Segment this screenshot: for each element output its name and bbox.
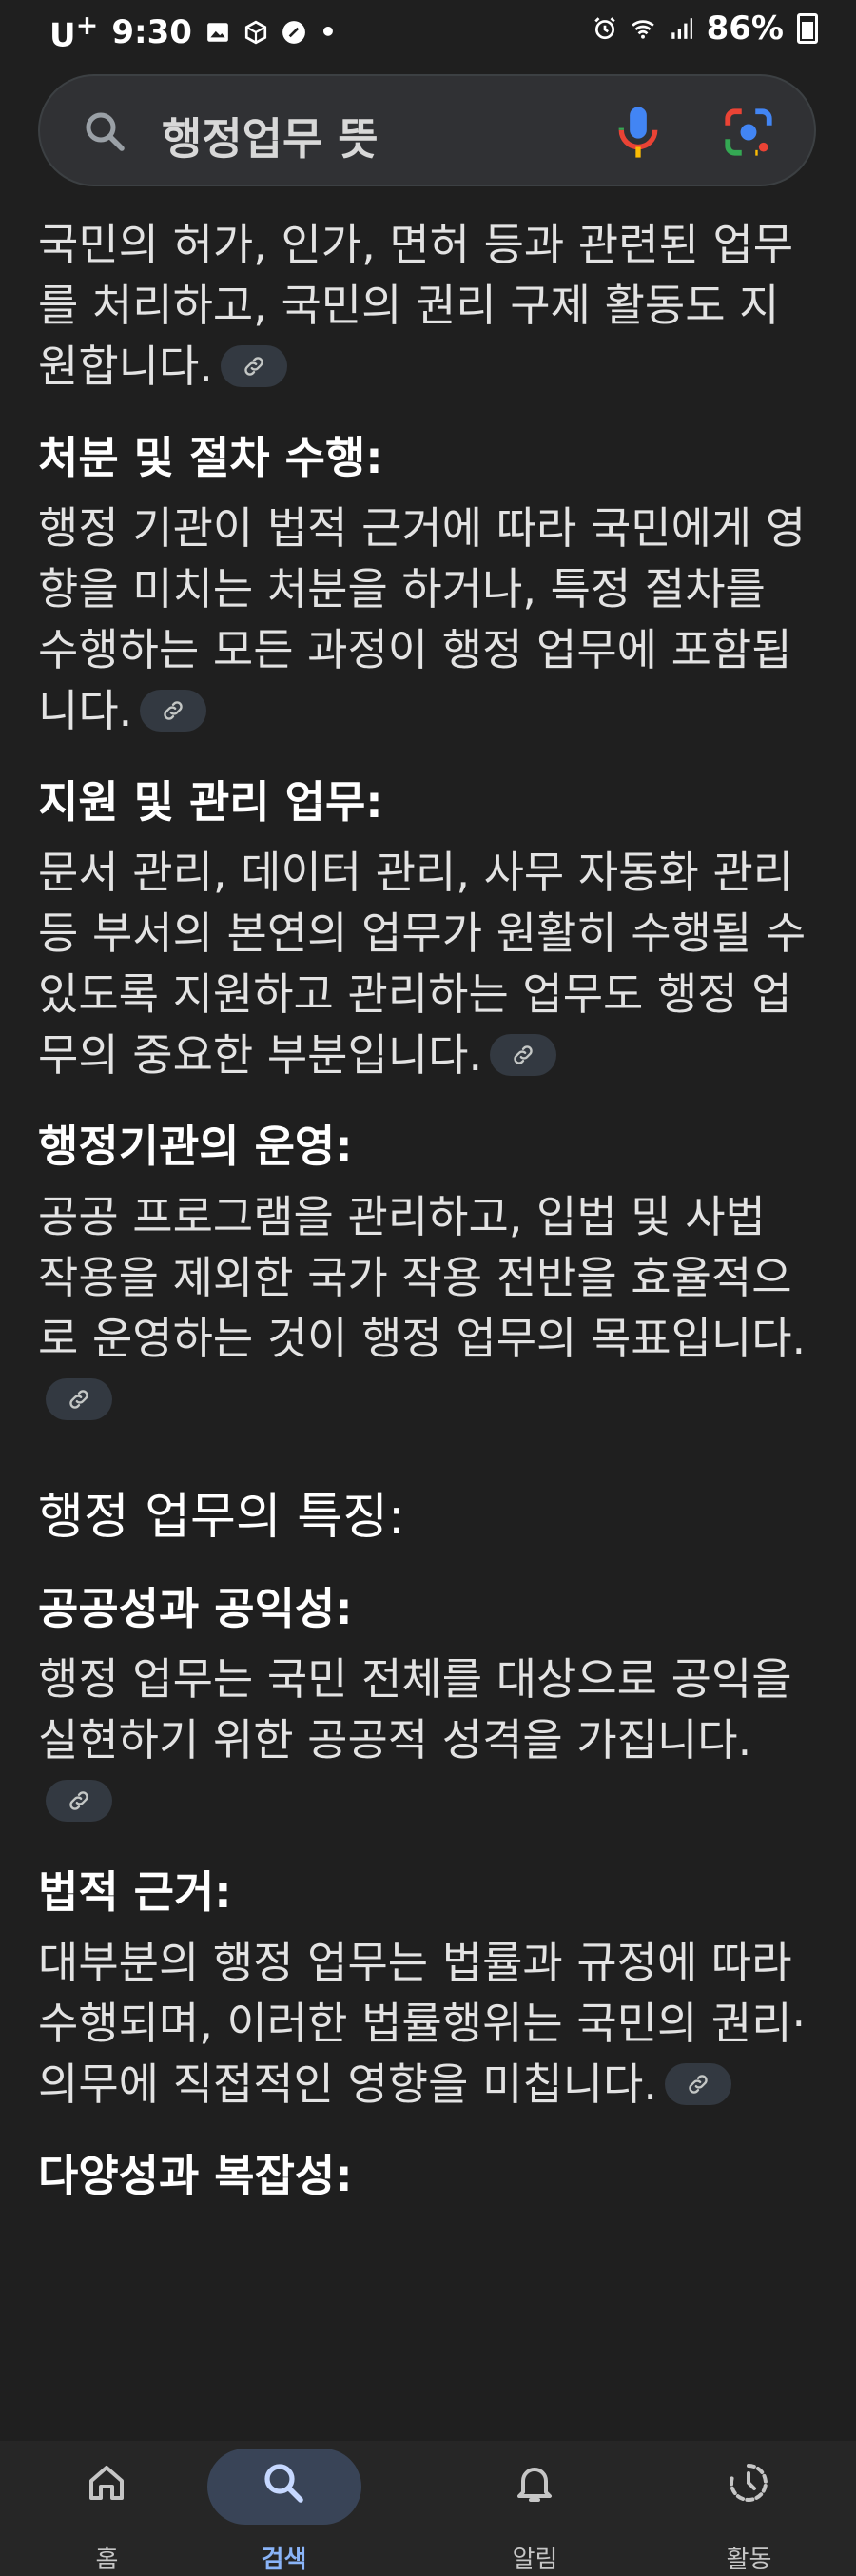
subheading: 처분 및 절차 수행: (38, 432, 383, 483)
nav-notifications[interactable]: 알림 (428, 2441, 642, 2576)
search-icon (264, 2464, 303, 2503)
paragraph: 공공 프로그램을 관리하고, 입법 및 사법 작용을 제외한 국가 작용 전반을… (38, 1186, 818, 1430)
link-icon (69, 1389, 88, 1409)
bottom-nav: 홈 검색 알림 활동 (0, 2441, 856, 2576)
section-title: 행정 업무의 특징: (38, 1489, 405, 1546)
link-icon (69, 1790, 88, 1810)
lens-icon[interactable] (721, 105, 776, 160)
signal-icon (671, 18, 692, 39)
subheading: 공공성과 공익성: (38, 1583, 353, 1634)
search-bar[interactable]: 행정업무 뜻 (38, 74, 816, 186)
source-link-button[interactable] (220, 344, 287, 387)
search-icon[interactable] (82, 108, 127, 154)
paragraph: 국민의 허가, 인가, 면허 등과 관련된 업무를 처리하고, 국민의 권리 구… (38, 219, 794, 392)
source-link-button[interactable] (46, 1377, 112, 1420)
feather-icon (282, 20, 305, 44)
link-icon (244, 356, 263, 376)
subheading: 지원 및 관리 업무: (38, 776, 383, 828)
mic-icon[interactable] (613, 103, 664, 162)
subheading: 법적 근거: (38, 1866, 232, 1918)
status-bar: U+ 9:30 • 86% (0, 0, 856, 57)
source-link-button[interactable] (46, 1779, 112, 1822)
link-icon (164, 700, 183, 720)
paragraph: 문서 관리, 데이터 관리, 사무 자동화 관리 등 부서의 본연의 업무가 원… (38, 847, 807, 1081)
wifi-icon (631, 20, 654, 39)
ai-overview-content: 국민의 허가, 인가, 면허 등과 관련된 업무를 처리하고, 국민의 권리 구… (38, 214, 818, 2204)
paragraph: 행정 업무는 국민 전체를 대상으로 공익을 실현하기 위한 공공적 성격을 가… (38, 1649, 818, 1831)
alarm-icon (593, 17, 615, 40)
activity-icon (729, 2464, 768, 2502)
clock: 9:30 (111, 12, 192, 51)
paragraph: 행정 기관이 법적 근거에 따라 국민에게 영향을 미치는 처분을 하거나, 특… (38, 502, 807, 736)
nav-activity[interactable]: 활동 (642, 2441, 856, 2576)
dot-icon: • (319, 16, 337, 49)
source-link-button[interactable] (490, 1033, 557, 1076)
nav-notifications-label: 알림 (512, 2546, 558, 2574)
carrier-label: U+ (49, 10, 99, 55)
battery-percent: 86% (706, 10, 784, 48)
source-link-button[interactable] (140, 689, 207, 732)
battery-icon (797, 13, 818, 44)
link-icon (689, 2074, 708, 2094)
bell-icon (517, 2468, 552, 2502)
subheading: 행정기관의 운영: (38, 1121, 353, 1172)
cube-icon (244, 20, 267, 45)
search-input[interactable]: 행정업무 뜻 (162, 105, 379, 167)
nav-search[interactable]: 검색 (177, 2441, 391, 2576)
nav-activity-label: 활동 (726, 2546, 772, 2574)
paragraph: 대부분의 행정 업무는 법률과 규정에 따라 수행되며, 이러한 법률행위는 국… (38, 1937, 807, 2110)
source-link-button[interactable] (664, 2062, 731, 2105)
link-icon (514, 1044, 533, 1064)
nav-search-label: 검색 (261, 2546, 307, 2574)
gallery-icon (207, 22, 228, 42)
subheading: 다양성과 복잡성: (38, 2150, 353, 2201)
home-icon (89, 2466, 124, 2500)
